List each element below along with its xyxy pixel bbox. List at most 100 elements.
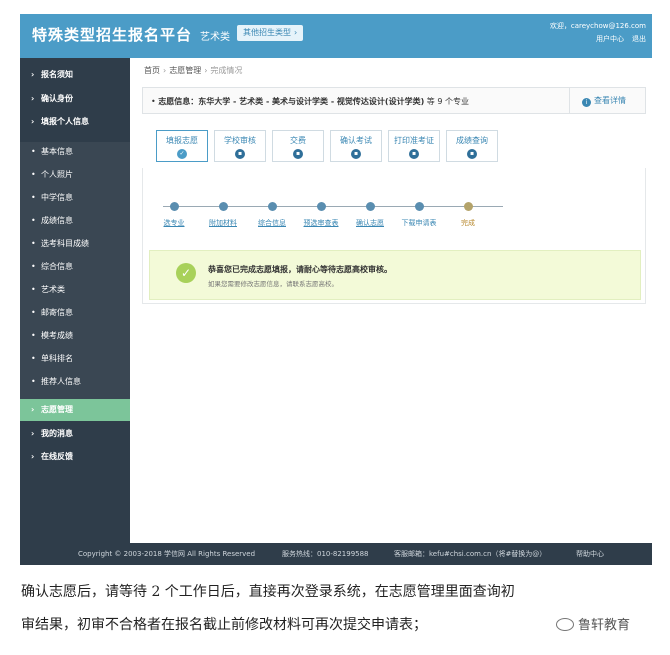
view-detail-button[interactable]: i 查看详情: [569, 88, 645, 113]
bullet-icon: •: [31, 285, 36, 294]
bullet-icon: •: [31, 147, 36, 156]
breadcrumb-home[interactable]: 首页: [144, 66, 160, 75]
view-detail-label: 查看详情: [594, 96, 626, 105]
chevron-right-icon: ›: [31, 70, 35, 79]
tab-label: 填报志愿: [166, 136, 198, 145]
success-message-box: ✓ 恭喜您已完成志愿填报，请耐心等待志愿高校审核。 如果您需要修改志愿信息，请联…: [149, 250, 641, 300]
sidebar-item-label: 艺术类: [41, 285, 65, 294]
tab-label: 成绩查询: [456, 136, 488, 145]
main-content: 首页 › 志愿管理 › 完成情况 • 志愿信息：东华大学 - 艺术类 - 美术与设计学类…: [130, 58, 652, 543]
tab-label: 交费: [290, 136, 306, 145]
footer-help-link[interactable]: 帮助中心: [576, 543, 604, 565]
category-label: 艺术类: [200, 32, 230, 43]
sidebar-item-personal-info[interactable]: › 填报个人信息: [20, 111, 130, 133]
step-preselect-form[interactable]: 预选审查表: [304, 218, 339, 228]
sidebar-item-label: 模考成绩: [41, 331, 73, 340]
bullet-icon: •: [31, 193, 36, 202]
sidebar-item-messages[interactable]: › 我的消息: [20, 423, 130, 445]
sidebar-item-feedback[interactable]: › 在线反馈: [20, 446, 130, 468]
bullet-icon: •: [31, 170, 36, 179]
top-header: 特殊类型招生报名平台 艺术类 其他招生类型 › 欢迎，careychow@126.…: [20, 14, 652, 58]
chevron-right-icon: ›: [294, 28, 298, 37]
sidebar-item-mock-scores[interactable]: • 模考成绩: [20, 325, 130, 347]
bullet-icon: •: [31, 331, 36, 340]
step-confirm-application[interactable]: 确认志愿: [356, 218, 384, 228]
sidebar-item-label: 中学信息: [41, 193, 73, 202]
tab-label: 打印准考证: [394, 136, 434, 145]
step-attachments[interactable]: 附加材料: [209, 218, 237, 228]
lock-icon: ▪: [351, 149, 361, 159]
lock-icon: ▪: [293, 149, 303, 159]
footer-copyright: Copyright © 2003-2018 学信网 All Rights Res…: [78, 550, 256, 558]
step-node: [415, 202, 424, 211]
sidebar-item-label: 报名须知: [41, 70, 73, 79]
sidebar-item-subject-rank[interactable]: • 单科排名: [20, 348, 130, 370]
step-download-form[interactable]: 下载申请表: [402, 218, 437, 228]
step-node: [317, 202, 326, 211]
sidebar: › 报名须知 › 确认身份 › 填报个人信息 • 基本信息 • 个人照片 • 中学信息 • 成…: [20, 58, 130, 543]
screenshot: 特殊类型招生报名平台 艺术类 其他招生类型 › 欢迎，careychow@126.…: [20, 14, 652, 565]
chevron-down-icon: ›: [31, 117, 35, 126]
logout-link[interactable]: 退出: [632, 35, 646, 43]
sidebar-item-comprehensive[interactable]: • 综合信息: [20, 256, 130, 278]
tab-school-review[interactable]: 学校审核 ▪: [214, 130, 266, 162]
info-count: 等 9 个专业: [426, 97, 469, 106]
sidebar-item-label: 确认身份: [41, 94, 73, 103]
sidebar-item-art[interactable]: • 艺术类: [20, 279, 130, 301]
sidebar-item-referrer[interactable]: • 推荐人信息: [20, 371, 130, 393]
chevron-right-icon: ›: [31, 94, 35, 103]
switch-type-label: 其他招生类型: [243, 28, 291, 37]
switch-type-button[interactable]: 其他招生类型 ›: [237, 25, 304, 41]
application-info-bar: • 志愿信息：东华大学 - 艺术类 - 美术与设计学类 - 视觉传达设计(设计学…: [142, 87, 646, 114]
progress-line: [163, 206, 503, 207]
sidebar-item-label: 单科排名: [41, 354, 73, 363]
watermark-text: 鲁轩教育: [578, 618, 631, 633]
user-center-link[interactable]: 用户中心: [596, 35, 624, 43]
sidebar-item-basic-info[interactable]: • 基本信息: [20, 141, 130, 163]
sidebar-item-label: 志愿管理: [41, 405, 73, 414]
breadcrumb: 首页 › 志愿管理 › 完成情况: [144, 65, 242, 76]
footer: Copyright © 2003-2018 学信网 All Rights Res…: [20, 543, 652, 565]
chevron-right-icon: ›: [163, 66, 167, 75]
sidebar-item-application-mgmt[interactable]: › 志愿管理: [20, 399, 130, 421]
bullet-icon: •: [31, 262, 36, 271]
sidebar-item-scores[interactable]: • 成绩信息: [20, 210, 130, 232]
sidebar-item-photo[interactable]: • 个人照片: [20, 164, 130, 186]
sidebar-item-label: 邮寄信息: [41, 308, 73, 317]
tab-print-admission[interactable]: 打印准考证 ▪: [388, 130, 440, 162]
info-prefix: 志愿信息：: [158, 97, 199, 106]
sidebar-item-school-info[interactable]: • 中学信息: [20, 187, 130, 209]
sidebar-item-label: 我的消息: [41, 429, 73, 438]
application-info-text: • 志愿信息：东华大学 - 艺术类 - 美术与设计学类 - 视觉传达设计(设计学…: [151, 97, 469, 106]
sidebar-item-label: 选考科目成绩: [41, 239, 89, 248]
chevron-right-icon: ›: [31, 429, 35, 438]
step-node: [366, 202, 375, 211]
sidebar-item-label: 个人照片: [41, 170, 73, 179]
success-message: 恭喜您已完成志愿填报，请耐心等待志愿高校审核。: [208, 265, 392, 274]
step-node: [170, 202, 179, 211]
watermark: 鲁轩教育: [556, 614, 630, 633]
tab-payment[interactable]: 交费 ▪: [272, 130, 324, 162]
tab-label: 学校审核: [224, 136, 256, 145]
step-node-current: [464, 202, 473, 211]
check-icon: ✓: [177, 149, 187, 159]
chevron-right-icon: ›: [31, 405, 35, 414]
wechat-icon: [556, 618, 574, 631]
caption-line-1: 确认志愿后，请等待 2 个工作日后，直接再次登录系统，在志愿管理里面查询初: [21, 584, 515, 600]
step-comprehensive-info[interactable]: 综合信息: [258, 218, 286, 228]
sidebar-item-notice[interactable]: › 报名须知: [20, 64, 130, 86]
sidebar-item-label: 填报个人信息: [41, 117, 89, 126]
chevron-right-icon: ›: [31, 452, 35, 461]
step-select-major[interactable]: 选专业: [164, 218, 185, 228]
tab-fill-application[interactable]: 填报志愿 ✓: [156, 130, 208, 162]
breadcrumb-section[interactable]: 志愿管理: [169, 66, 201, 75]
tab-score-query[interactable]: 成绩查询 ▪: [446, 130, 498, 162]
sidebar-item-identity[interactable]: › 确认身份: [20, 88, 130, 110]
sidebar-item-label: 在线反馈: [41, 452, 73, 461]
sidebar-item-mailing[interactable]: • 邮寄信息: [20, 302, 130, 324]
success-hint: 如果您需要修改志愿信息，请联系志愿高校。: [208, 280, 338, 288]
breadcrumb-current: 完成情况: [210, 66, 243, 75]
sidebar-item-elective-scores[interactable]: • 选考科目成绩: [20, 233, 130, 255]
tab-confirm-exam[interactable]: 确认考试 ▪: [330, 130, 382, 162]
check-circle-icon: ✓: [176, 263, 196, 283]
